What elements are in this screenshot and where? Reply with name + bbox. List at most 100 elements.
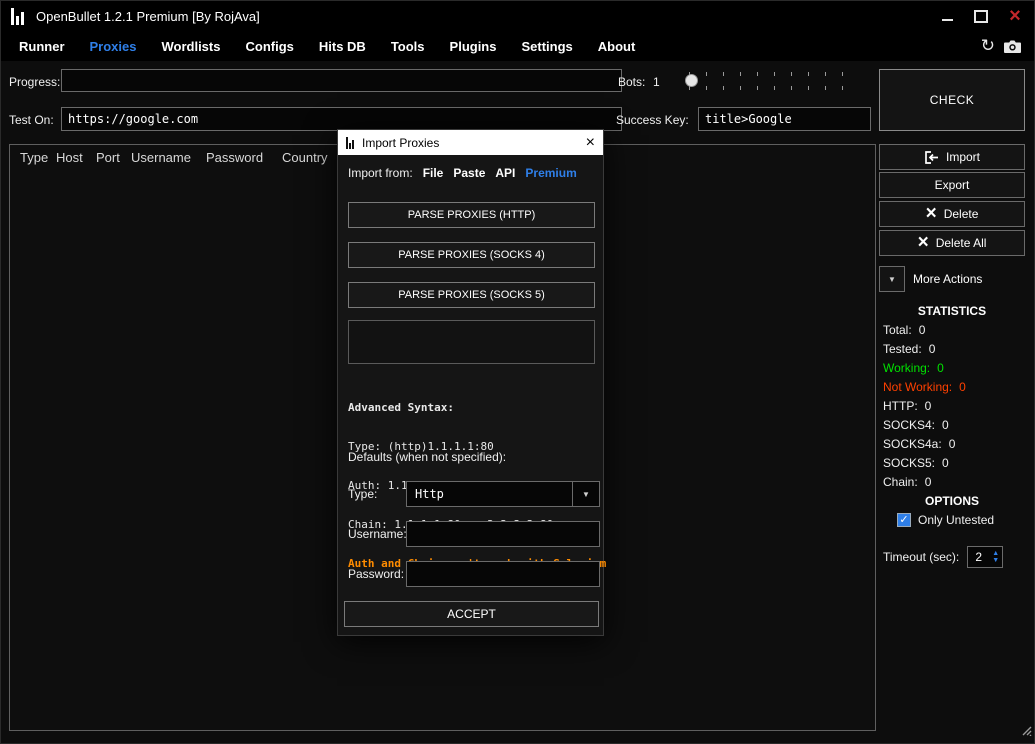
menu-runner[interactable]: Runner xyxy=(19,39,65,54)
dialog-title-bar: Import Proxies × xyxy=(338,130,603,155)
slider-thumb[interactable] xyxy=(685,74,698,87)
progress-label: Progress: xyxy=(9,75,60,89)
column-type[interactable]: Type xyxy=(20,150,48,165)
timeout-value: 2 xyxy=(968,547,989,567)
password-label: Password: xyxy=(348,567,404,581)
maximize-icon xyxy=(974,10,988,23)
stat-label: Total: xyxy=(883,323,912,337)
only-untested-checkbox[interactable]: ✓ xyxy=(897,513,911,527)
app-logo-icon xyxy=(11,7,24,25)
slider-ticks xyxy=(689,72,859,76)
stat-socks4a: SOCKS4a:0 xyxy=(883,437,955,451)
timeout-stepper[interactable]: 2 ▲ ▼ xyxy=(967,546,1003,568)
minimize-button[interactable] xyxy=(938,7,956,25)
parse-socks5-button[interactable]: PARSE PROXIES (SOCKS 5) xyxy=(348,282,595,308)
column-country[interactable]: Country xyxy=(282,150,328,165)
check-button[interactable]: CHECK xyxy=(879,69,1025,131)
menu-configs[interactable]: Configs xyxy=(245,39,293,54)
stat-value: 0 xyxy=(925,399,932,413)
delete-all-button-label: Delete All xyxy=(936,236,987,250)
options-title: OPTIONS xyxy=(879,494,1025,508)
stat-label: HTTP: xyxy=(883,399,918,413)
bots-slider[interactable] xyxy=(681,71,861,91)
menu-settings[interactable]: Settings xyxy=(521,39,572,54)
stat-total: Total:0 xyxy=(883,323,925,337)
window-controls: × xyxy=(938,1,1024,31)
stat-label: SOCKS5: xyxy=(883,456,935,470)
success-key-input[interactable] xyxy=(698,107,871,131)
menu-hitsdb[interactable]: Hits DB xyxy=(319,39,366,54)
parse-http-button[interactable]: PARSE PROXIES (HTTP) xyxy=(348,202,595,228)
stat-value: 0 xyxy=(942,418,949,432)
more-actions-dropdown[interactable]: ▼ xyxy=(879,266,905,292)
menu-plugins[interactable]: Plugins xyxy=(450,39,497,54)
maximize-button[interactable] xyxy=(972,7,990,25)
screenshot-camera-icon[interactable] xyxy=(1003,39,1022,54)
menu-bar-icons: ↻ xyxy=(981,31,1022,61)
close-icon: × xyxy=(1009,7,1021,25)
stat-label: SOCKS4: xyxy=(883,418,935,432)
window-title: OpenBullet 1.2.1 Premium [By RojAva] xyxy=(36,9,260,24)
title-bar: OpenBullet 1.2.1 Premium [By RojAva] × xyxy=(1,1,1034,31)
parse-socks4-button[interactable]: PARSE PROXIES (SOCKS 4) xyxy=(348,242,595,268)
slider-ticks xyxy=(689,86,859,90)
close-button[interactable]: × xyxy=(1006,7,1024,25)
only-untested-row: ✓ Only Untested xyxy=(897,513,994,527)
stat-tested: Tested:0 xyxy=(883,342,935,356)
menu-wordlists[interactable]: Wordlists xyxy=(161,39,220,54)
password-input[interactable] xyxy=(406,561,600,587)
menu-tools[interactable]: Tools xyxy=(391,39,425,54)
dialog-logo-icon xyxy=(346,137,354,149)
stat-not-working: Not Working:0 xyxy=(883,380,966,394)
check-button-label: CHECK xyxy=(930,93,975,107)
column-host[interactable]: Host xyxy=(56,150,83,165)
import-proxies-dialog: Import Proxies × Import from: File Paste… xyxy=(337,129,604,636)
column-username[interactable]: Username xyxy=(131,150,191,165)
proxy-input-box[interactable] xyxy=(348,320,595,364)
menu-about[interactable]: About xyxy=(598,39,636,54)
chevron-down-icon[interactable]: ▼ xyxy=(572,482,599,506)
stat-http: HTTP: 0 xyxy=(883,399,931,413)
delete-all-button[interactable]: × Delete All xyxy=(879,230,1025,256)
source-paste[interactable]: Paste xyxy=(453,166,485,180)
bots-value: 1 xyxy=(653,75,660,89)
username-input[interactable] xyxy=(406,521,600,547)
stepper-arrows[interactable]: ▲ ▼ xyxy=(989,547,1002,567)
app-window: OpenBullet 1.2.1 Premium [By RojAva] × R… xyxy=(0,0,1035,744)
stat-label: Chain: xyxy=(883,475,918,489)
import-icon xyxy=(924,151,939,164)
test-on-input[interactable] xyxy=(61,107,622,131)
stat-chain: Chain:0 xyxy=(883,475,931,489)
checkmark-icon: ✓ xyxy=(899,514,908,526)
delete-x-icon: × xyxy=(926,207,937,221)
stat-value: 0 xyxy=(942,456,949,470)
stepper-down-icon: ▼ xyxy=(992,557,999,564)
test-on-label: Test On: xyxy=(9,113,54,127)
dialog-close-button[interactable]: × xyxy=(586,130,595,155)
delete-button[interactable]: × Delete xyxy=(879,201,1025,227)
accept-button-label: ACCEPT xyxy=(447,607,496,621)
source-api[interactable]: API xyxy=(495,166,515,180)
menu-proxies[interactable]: Proxies xyxy=(90,39,137,54)
import-from-label: Import from: xyxy=(348,166,413,180)
type-dropdown[interactable]: Http ▼ xyxy=(406,481,600,507)
only-untested-label: Only Untested xyxy=(918,513,994,527)
type-dropdown-value: Http xyxy=(407,482,572,506)
import-button[interactable]: Import xyxy=(879,144,1025,170)
delete-all-x-icon: × xyxy=(918,236,929,250)
column-port[interactable]: Port xyxy=(96,150,120,165)
source-premium[interactable]: Premium xyxy=(525,166,576,180)
parse-http-label: PARSE PROXIES (HTTP) xyxy=(408,209,536,221)
progress-bar xyxy=(61,69,622,92)
accept-button[interactable]: ACCEPT xyxy=(344,601,599,627)
resize-grip[interactable] xyxy=(1022,723,1032,741)
chevron-down-icon: ▼ xyxy=(888,275,896,284)
import-button-label: Import xyxy=(946,150,980,164)
stat-socks4: SOCKS4: 0 xyxy=(883,418,949,432)
statistics-title: STATISTICS xyxy=(879,304,1025,318)
source-file[interactable]: File xyxy=(423,166,444,180)
update-sync-icon[interactable]: ↻ xyxy=(981,36,995,56)
column-password[interactable]: Password xyxy=(206,150,263,165)
export-button[interactable]: Export xyxy=(879,172,1025,198)
stat-value: 0 xyxy=(959,380,966,394)
